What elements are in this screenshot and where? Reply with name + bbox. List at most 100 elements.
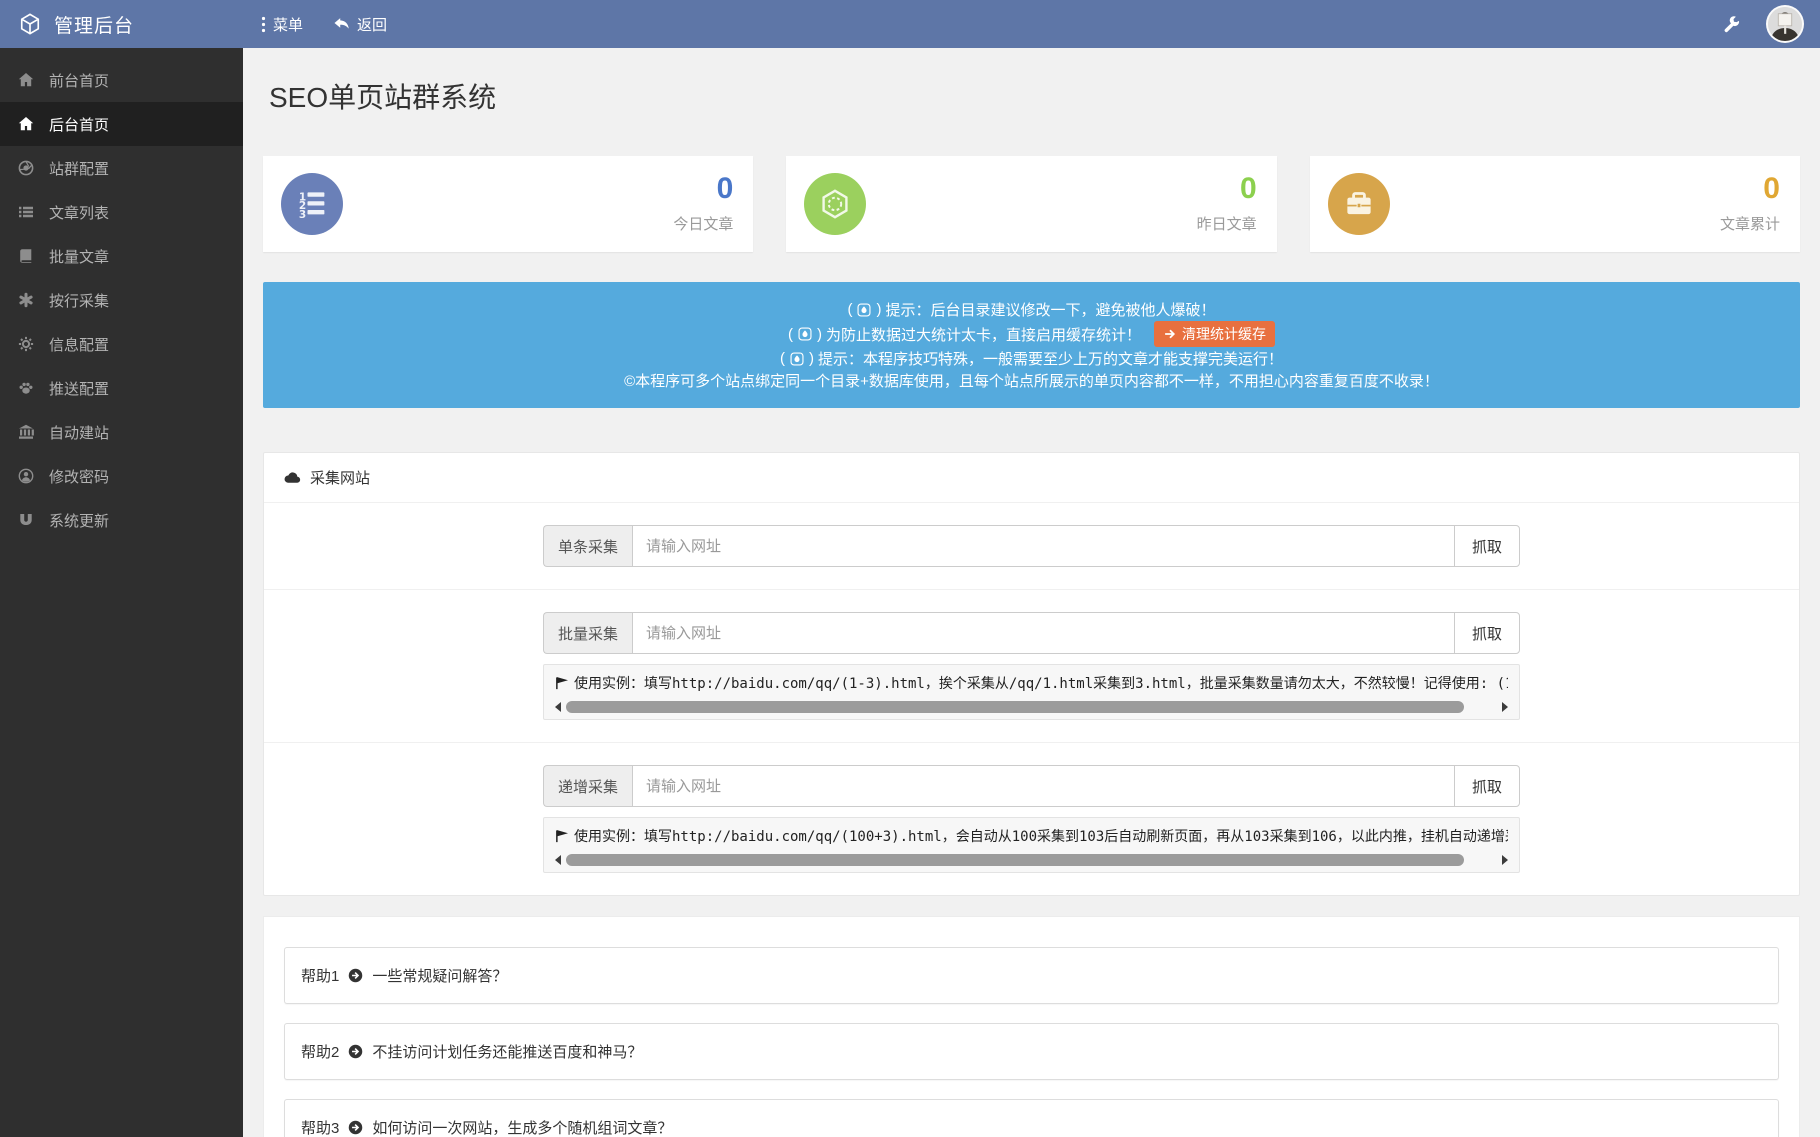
stat-label-yesterday: 昨日文章 — [1197, 213, 1257, 234]
scroll-left-arrow-icon[interactable] — [555, 855, 561, 865]
single-collect-grab-button[interactable]: 抓取 — [1454, 525, 1520, 567]
page-layout: 前台首页 后台首页 站群配置 文章列表 批量文章 — [0, 48, 1820, 1137]
sidebar-item-article-list[interactable]: 文章列表 — [0, 190, 243, 234]
chrome-icon — [18, 160, 34, 176]
single-collect-row: 单条采集 抓取 — [264, 503, 1799, 589]
help1-prefix: 帮助1 — [301, 965, 339, 986]
increment-help-scrollbar[interactable] — [555, 853, 1508, 866]
increment-collect-input[interactable] — [632, 765, 1455, 807]
help2-prefix: 帮助2 — [301, 1041, 339, 1062]
avatar-image — [1768, 7, 1802, 41]
stat-cards: 1 2 3 0 今日文章 — [263, 156, 1800, 252]
scroll-left-arrow-icon[interactable] — [555, 702, 561, 712]
back-button[interactable]: 返回 — [333, 14, 387, 35]
book-icon — [18, 248, 34, 264]
alert-line1-text: 提示：后台目录建议修改一下，避免被他人爆破！ — [885, 299, 1215, 320]
batch-collect-row: 批量采集 抓取 使用实例：填写http://baidu.com/qq/(1-3)… — [264, 589, 1799, 742]
help-section: 帮助1 一些常规疑问解答？ 帮助2 不挂访问计划任务还能推送百度和神马？ 帮助3 — [263, 916, 1800, 1137]
arrow-right-icon — [1164, 328, 1176, 340]
stat-label-today: 今日文章 — [673, 213, 733, 234]
hexagon-icon — [804, 173, 866, 235]
tips-alert: ( ) 提示：后台目录建议修改一下，避免被他人爆破！ ( ) 为防止数据过大统计… — [263, 282, 1800, 408]
batch-collect-grab-button[interactable]: 抓取 — [1454, 612, 1520, 654]
batch-collect-input[interactable] — [632, 612, 1455, 654]
svg-text:3: 3 — [299, 209, 306, 219]
paw-icon — [18, 380, 34, 396]
briefcase-icon — [1328, 173, 1390, 235]
cube-icon — [19, 13, 41, 35]
alert-line3-text: 提示：本程序技巧特殊，一般需要至少上万的文章才能支撑完美运行！ — [818, 348, 1283, 369]
stat-value-yesterday: 0 — [1197, 174, 1257, 204]
brand[interactable]: 管理后台 — [0, 0, 243, 48]
list-ol-icon: 1 2 3 — [281, 173, 343, 235]
wrench-icon[interactable] — [1723, 16, 1740, 33]
increment-collect-help: 使用实例：填写http://baidu.com/qq/(100+3).html，… — [543, 817, 1520, 873]
arrow-circle-right-icon — [348, 968, 363, 983]
single-collect-input[interactable] — [632, 525, 1455, 567]
navbar-left: 菜单 返回 — [243, 0, 387, 48]
gear-icon — [18, 336, 34, 352]
page-title: SEO单页站群系统 — [269, 76, 1794, 116]
sidebar-item-front-home[interactable]: 前台首页 — [0, 58, 243, 102]
sidebar-item-batch-articles[interactable]: 批量文章 — [0, 234, 243, 278]
flag-icon — [555, 676, 568, 690]
clear-stats-cache-button[interactable]: 清理统计缓存 — [1154, 321, 1275, 347]
scroll-thumb[interactable] — [566, 854, 1464, 866]
flame-tip-icon — [857, 303, 871, 317]
main-content: SEO单页站群系统 1 2 3 0 今日文章 — [243, 48, 1820, 1137]
navbar-right — [1723, 0, 1820, 48]
single-collect-label: 单条采集 — [543, 525, 632, 567]
batch-help-scrollbar[interactable] — [555, 700, 1508, 713]
sidebar-item-line-collect[interactable]: 按行采集 — [0, 278, 243, 322]
cloud-icon — [284, 471, 301, 485]
batch-collect-label: 批量采集 — [543, 612, 632, 654]
home-icon — [18, 72, 34, 88]
user-avatar[interactable] — [1766, 5, 1804, 43]
bank-icon — [18, 424, 34, 440]
alert-line2-text: 为防止数据过大统计太卡，直接启用缓存统计！ — [826, 324, 1141, 345]
flame-tip-icon — [798, 327, 812, 341]
increment-help-text: 使用实例：填写http://baidu.com/qq/(100+3).html，… — [574, 826, 1508, 846]
asterisk-icon — [18, 292, 34, 308]
sidebar-item-info-config[interactable]: 信息配置 — [0, 322, 243, 366]
increment-collect-label: 递增采集 — [543, 765, 632, 807]
stat-value-today: 0 — [673, 174, 733, 204]
help-panel-2[interactable]: 帮助2 不挂访问计划任务还能推送百度和神马？ — [284, 1023, 1779, 1080]
stat-label-total: 文章累计 — [1720, 213, 1780, 234]
stat-card-yesterday: 0 昨日文章 — [786, 156, 1276, 252]
stat-card-total: 0 文章累计 — [1310, 156, 1800, 252]
panel-title: 采集网站 — [310, 467, 370, 488]
stat-value-total: 0 — [1720, 174, 1780, 204]
sidebar-item-sitegroup-config[interactable]: 站群配置 — [0, 146, 243, 190]
user-circle-icon — [18, 468, 34, 484]
increment-collect-row: 递增采集 抓取 使用实例：填写http://baidu.com/qq/(100+… — [264, 742, 1799, 895]
help1-text: 一些常规疑问解答？ — [372, 965, 507, 986]
ellipsis-v-icon — [261, 16, 266, 33]
scroll-right-arrow-icon[interactable] — [1502, 702, 1508, 712]
home-icon — [18, 116, 34, 132]
arrow-circle-right-icon — [348, 1044, 363, 1059]
flag-icon — [555, 829, 568, 843]
reply-arrow-icon — [333, 17, 350, 32]
stat-card-today: 1 2 3 0 今日文章 — [263, 156, 753, 252]
sidebar-item-admin-home[interactable]: 后台首页 — [0, 102, 243, 146]
top-navbar: 管理后台 菜单 返回 — [0, 0, 1820, 48]
sidebar-item-push-config[interactable]: 推送配置 — [0, 366, 243, 410]
help3-prefix: 帮助3 — [301, 1117, 339, 1137]
sidebar-item-system-update[interactable]: 系统更新 — [0, 498, 243, 542]
help3-text: 如何访问一次网站，生成多个随机组词文章？ — [372, 1117, 672, 1137]
scroll-thumb[interactable] — [566, 701, 1464, 713]
help-panel-1[interactable]: 帮助1 一些常规疑问解答？ — [284, 947, 1779, 1004]
sidebar-item-change-password[interactable]: 修改密码 — [0, 454, 243, 498]
batch-help-text: 使用实例：填写http://baidu.com/qq/(1-3).html，挨个… — [574, 673, 1508, 693]
list-icon — [18, 204, 34, 220]
collect-site-panel: 采集网站 单条采集 抓取 批量采集 抓取 — [263, 452, 1800, 896]
scroll-right-arrow-icon[interactable] — [1502, 855, 1508, 865]
brand-title: 管理后台 — [54, 11, 134, 38]
help2-text: 不挂访问计划任务还能推送百度和神马？ — [372, 1041, 642, 1062]
menu-button[interactable]: 菜单 — [261, 14, 303, 35]
increment-collect-grab-button[interactable]: 抓取 — [1454, 765, 1520, 807]
batch-collect-help: 使用实例：填写http://baidu.com/qq/(1-3).html，挨个… — [543, 664, 1520, 720]
help-panel-3[interactable]: 帮助3 如何访问一次网站，生成多个随机组词文章？ — [284, 1099, 1779, 1137]
sidebar-item-auto-build[interactable]: 自动建站 — [0, 410, 243, 454]
